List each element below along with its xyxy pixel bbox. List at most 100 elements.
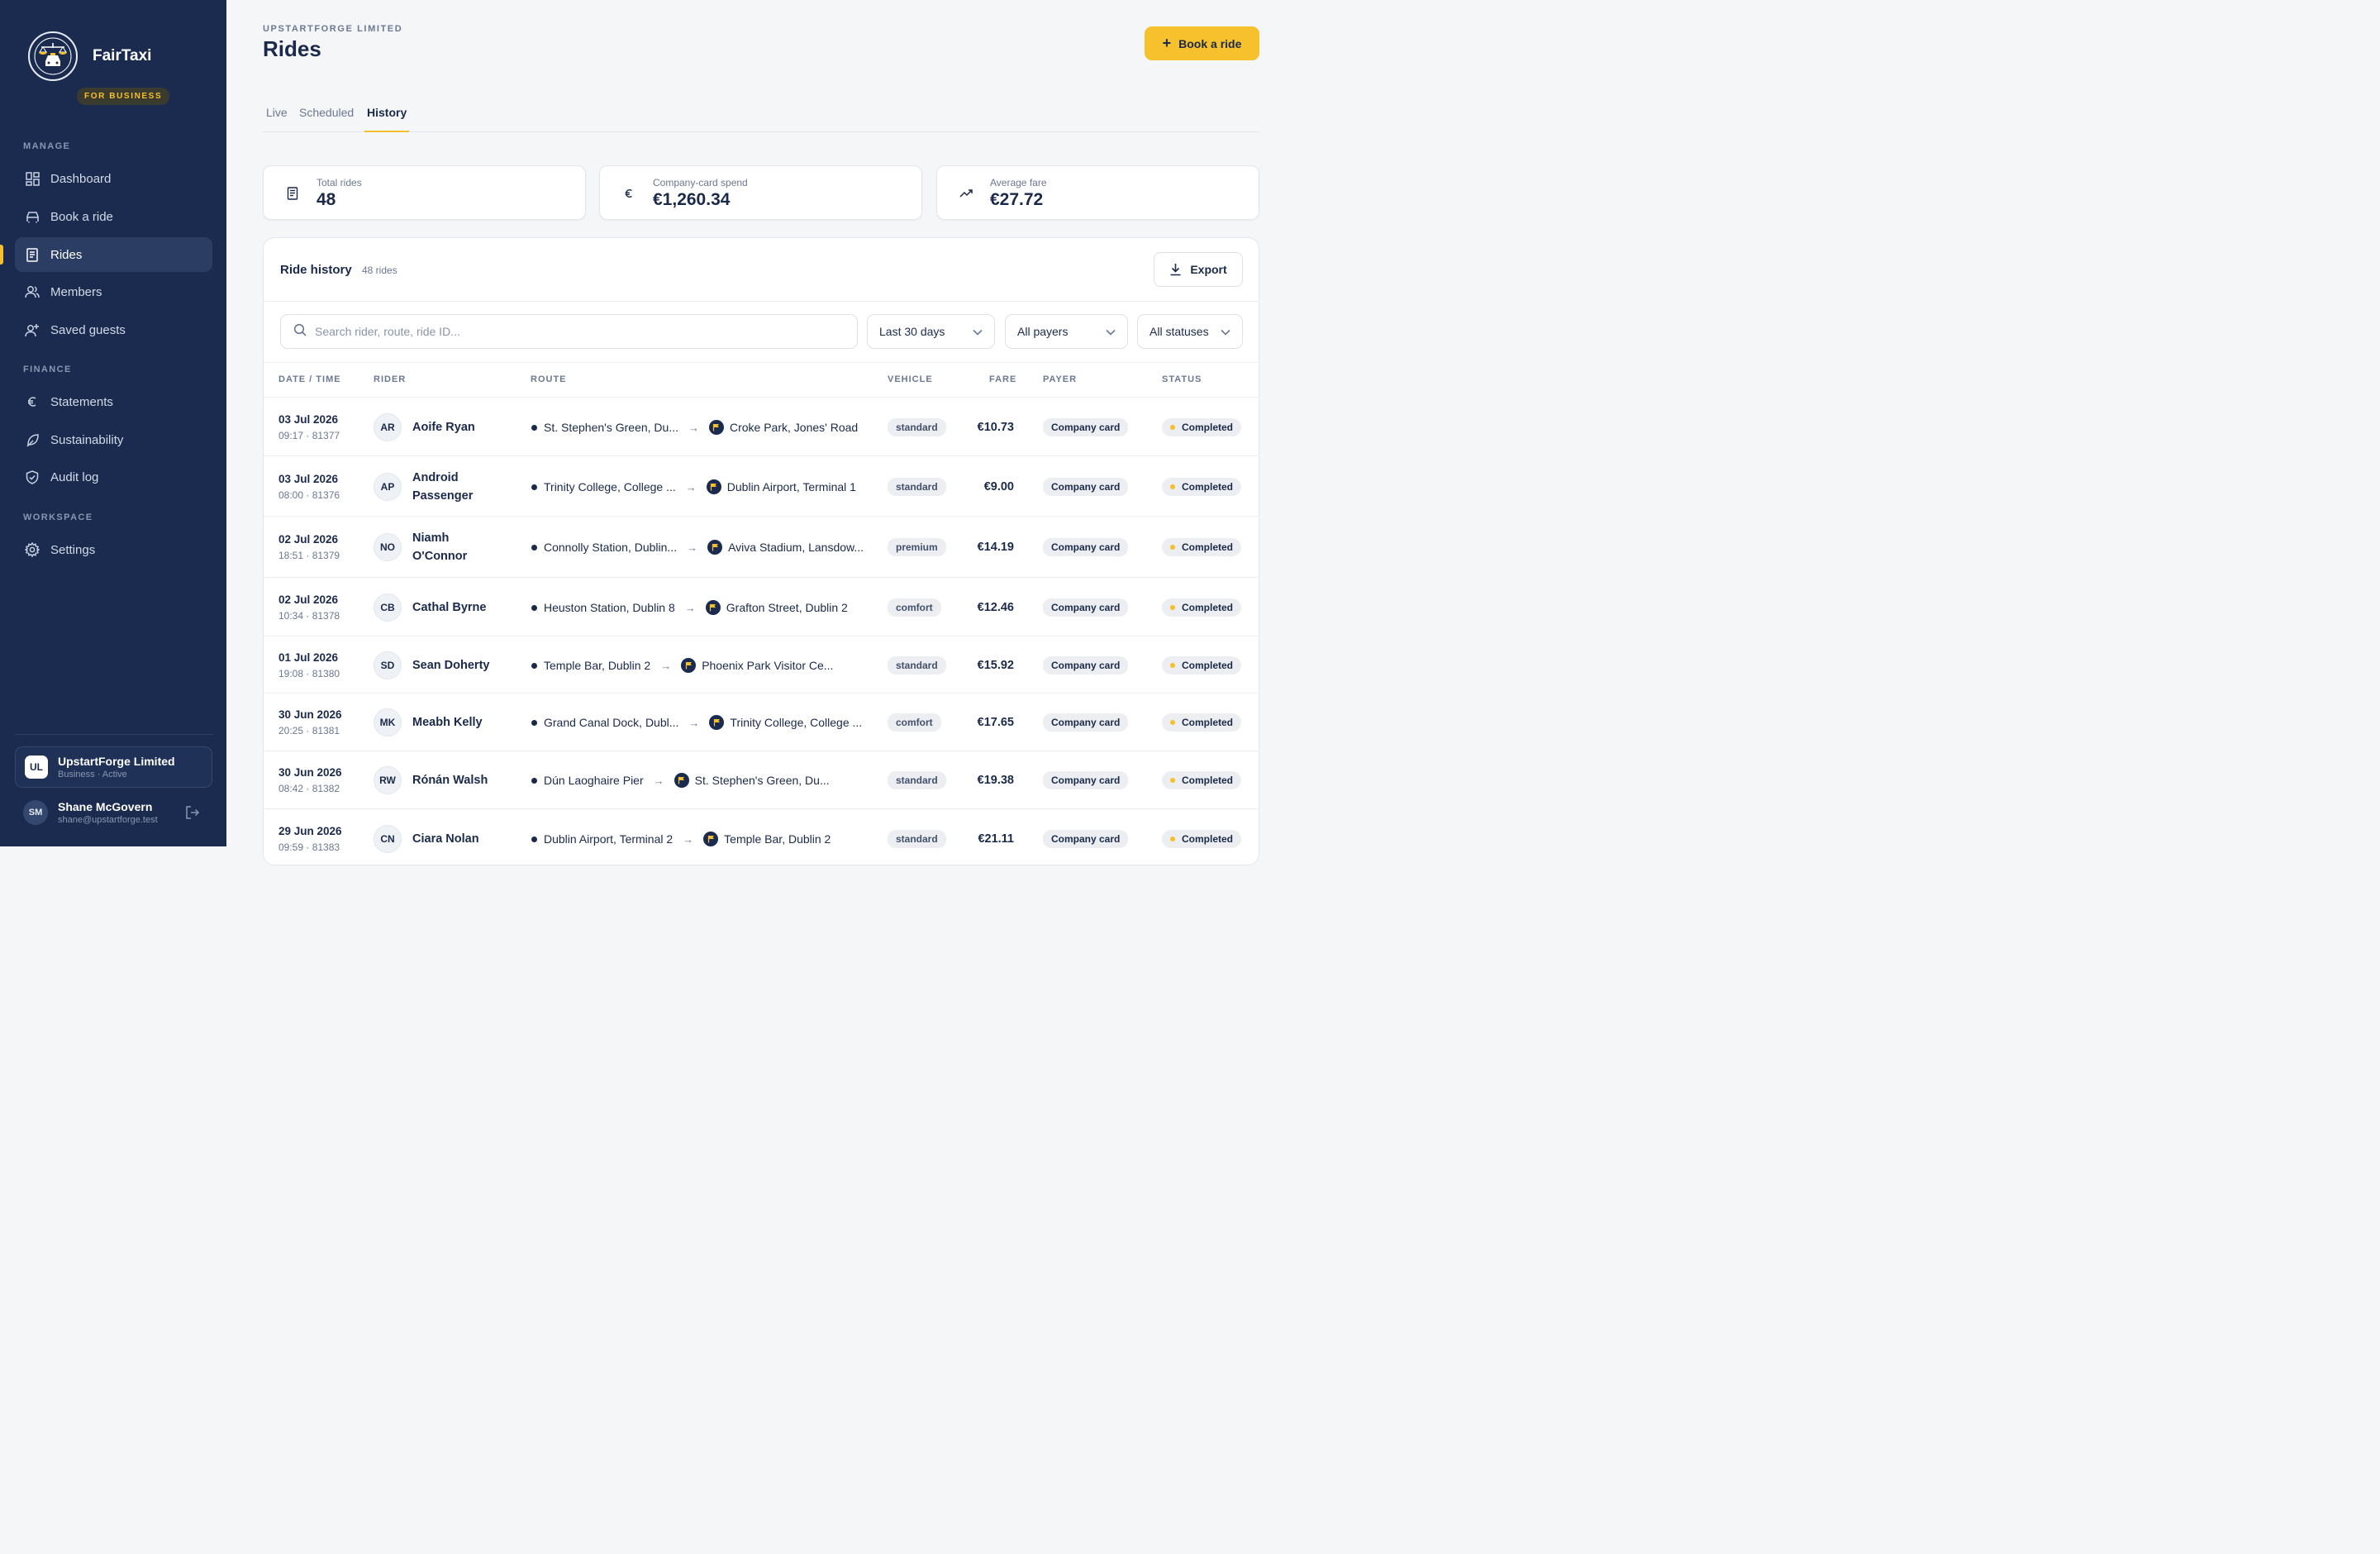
vehicle-badge: standard bbox=[888, 656, 946, 675]
status-badge: Completed bbox=[1162, 771, 1242, 789]
sidebar-item-settings[interactable]: Settings bbox=[15, 532, 212, 567]
sidebar-item-sustainability[interactable]: Sustainability bbox=[15, 422, 212, 457]
ride-date: 03 Jul 2026 bbox=[278, 473, 339, 485]
table-row[interactable]: 01 Jul 2026 19:08 · 81380 SD Sean Dohert… bbox=[264, 636, 1259, 693]
status-badge: Completed bbox=[1162, 598, 1242, 617]
vehicle-badge: standard bbox=[888, 478, 946, 496]
status-dot-icon bbox=[1170, 720, 1175, 725]
receipt-icon bbox=[285, 186, 300, 201]
fairtaxi-logo-icon bbox=[28, 31, 78, 81]
tab-live[interactable]: Live bbox=[266, 106, 288, 132]
column-header-vehicle[interactable]: VEHICLE bbox=[888, 374, 933, 384]
destination-flag-icon bbox=[681, 658, 697, 673]
ride-date: 02 Jul 2026 bbox=[278, 593, 339, 606]
section-manage: MANAGE bbox=[23, 141, 71, 151]
stat-company-card-spend: Company-card spend €1,260.34 bbox=[599, 165, 922, 220]
export-button[interactable]: Export bbox=[1154, 252, 1243, 287]
table-row[interactable]: 02 Jul 2026 10:34 · 81378 CB Cathal Byrn… bbox=[264, 577, 1259, 636]
rider-name[interactable]: Niamh O'Connor bbox=[412, 529, 503, 565]
rider-avatar: NO bbox=[374, 533, 402, 561]
sidebar-item-label: Members bbox=[50, 284, 102, 299]
status-badge: Completed bbox=[1162, 713, 1242, 732]
dropoff-location: St. Stephen's Green, Du... bbox=[694, 774, 830, 787]
arrow-right-icon: → bbox=[688, 716, 700, 729]
rider-avatar: AR bbox=[374, 413, 402, 441]
user-plus-icon bbox=[25, 322, 40, 337]
status-label: Completed bbox=[1182, 660, 1234, 671]
column-header-fare[interactable]: FARE bbox=[989, 374, 1016, 384]
table-row[interactable]: 03 Jul 2026 08:00 · 81376 AP Android Pas… bbox=[264, 455, 1259, 516]
rider-name[interactable]: Sean Doherty bbox=[412, 656, 503, 675]
column-header-route[interactable]: ROUTE bbox=[531, 374, 567, 384]
leaf-icon bbox=[25, 432, 40, 447]
rider-name[interactable]: Ciara Nolan bbox=[412, 830, 503, 848]
vehicle-badge: comfort bbox=[888, 598, 941, 617]
rider-name[interactable]: Meabh Kelly bbox=[412, 713, 503, 732]
ride-count: 48 rides bbox=[362, 265, 397, 276]
destination-flag-icon bbox=[703, 832, 719, 846]
sidebar-item-audit-log[interactable]: Audit log bbox=[15, 460, 212, 494]
ride-fare: €10.73 bbox=[977, 421, 1014, 434]
table-row[interactable]: 02 Jul 2026 18:51 · 81379 NO Niamh O'Con… bbox=[264, 516, 1259, 577]
sidebar-item-rides[interactable]: Rides bbox=[15, 237, 212, 272]
status-select[interactable]: All statuses bbox=[1137, 314, 1243, 349]
ride-date: 01 Jul 2026 bbox=[278, 651, 339, 664]
book-a-ride-button[interactable]: + Book a ride bbox=[1145, 26, 1259, 60]
table-row[interactable]: 30 Jun 2026 08:42 · 81382 RW Rónán Walsh… bbox=[264, 751, 1259, 808]
search-box[interactable] bbox=[280, 314, 858, 349]
status-dot-icon bbox=[1170, 425, 1175, 430]
logout-icon[interactable] bbox=[184, 804, 201, 821]
column-header-date[interactable]: DATE / TIME bbox=[278, 374, 341, 384]
status-dot-icon bbox=[1170, 663, 1175, 668]
sidebar-item-label: Audit log bbox=[50, 470, 99, 484]
ride-fare: €12.46 bbox=[977, 601, 1014, 614]
vehicle-badge: standard bbox=[888, 771, 946, 789]
table-row[interactable]: 03 Jul 2026 09:17 · 81377 AR Aoife Ryan … bbox=[264, 397, 1259, 455]
pickup-location: Connolly Station, Dublin... bbox=[544, 541, 678, 554]
payer-select[interactable]: All payers bbox=[1005, 314, 1128, 349]
status-dot-icon bbox=[1170, 484, 1175, 489]
avatar: SM bbox=[23, 800, 48, 825]
sidebar-item-book-a-ride[interactable]: Book a ride bbox=[15, 199, 212, 234]
payer-badge: Company card bbox=[1043, 830, 1129, 848]
ride-fare: €19.38 bbox=[977, 774, 1014, 787]
rider-name[interactable]: Rónán Walsh bbox=[412, 771, 503, 789]
sidebar-item-dashboard[interactable]: Dashboard bbox=[15, 161, 212, 196]
table-row[interactable]: 29 Jun 2026 09:59 · 81383 CN Ciara Nolan… bbox=[264, 808, 1259, 865]
dropoff-location: Phoenix Park Visitor Ce... bbox=[702, 659, 834, 672]
column-header-rider[interactable]: RIDER bbox=[374, 374, 406, 384]
ride-date: 29 Jun 2026 bbox=[278, 825, 342, 837]
status-label: Completed bbox=[1182, 422, 1234, 433]
rider-name[interactable]: Cathal Byrne bbox=[412, 598, 503, 617]
table-row[interactable]: 30 Jun 2026 20:25 · 81381 MK Meabh Kelly… bbox=[264, 693, 1259, 751]
sidebar-item-saved-guests[interactable]: Saved guests bbox=[15, 312, 212, 347]
column-header-status[interactable]: STATUS bbox=[1162, 374, 1202, 384]
period-select[interactable]: Last 30 days bbox=[867, 314, 995, 349]
rider-avatar: CB bbox=[374, 593, 402, 622]
dashboard-icon bbox=[25, 171, 40, 186]
column-header-payer[interactable]: PAYER bbox=[1043, 374, 1077, 384]
stat-label: Company-card spend bbox=[653, 177, 748, 188]
sidebar-item-members[interactable]: Members bbox=[15, 274, 212, 309]
arrow-right-icon: → bbox=[687, 541, 698, 554]
arrow-right-icon: → bbox=[683, 832, 694, 846]
sidebar-item-label: Dashboard bbox=[50, 171, 112, 186]
tab-scheduled[interactable]: Scheduled bbox=[299, 106, 354, 132]
rider-name[interactable]: Android Passenger bbox=[412, 469, 503, 505]
chevron-down-icon bbox=[973, 325, 983, 338]
pickup-location: Heuston Station, Dublin 8 bbox=[544, 601, 675, 614]
ride-time-id: 09:59 · 81383 bbox=[278, 841, 340, 853]
tab-history[interactable]: History bbox=[364, 106, 410, 132]
search-icon bbox=[293, 323, 307, 341]
organization-switcher[interactable]: UL UpstartForge Limited Business · Activ… bbox=[15, 746, 212, 788]
status-badge: Completed bbox=[1162, 830, 1242, 848]
brand[interactable]: FairTaxi bbox=[28, 31, 151, 81]
sidebar-item-statements[interactable]: Statements bbox=[15, 384, 212, 419]
search-input[interactable] bbox=[315, 325, 827, 338]
car-icon bbox=[25, 209, 40, 224]
ride-date: 30 Jun 2026 bbox=[278, 766, 342, 779]
rider-avatar: CN bbox=[374, 825, 402, 853]
ride-date: 03 Jul 2026 bbox=[278, 413, 339, 426]
rider-name[interactable]: Aoife Ryan bbox=[412, 418, 503, 436]
ride-date: 02 Jul 2026 bbox=[278, 533, 339, 546]
